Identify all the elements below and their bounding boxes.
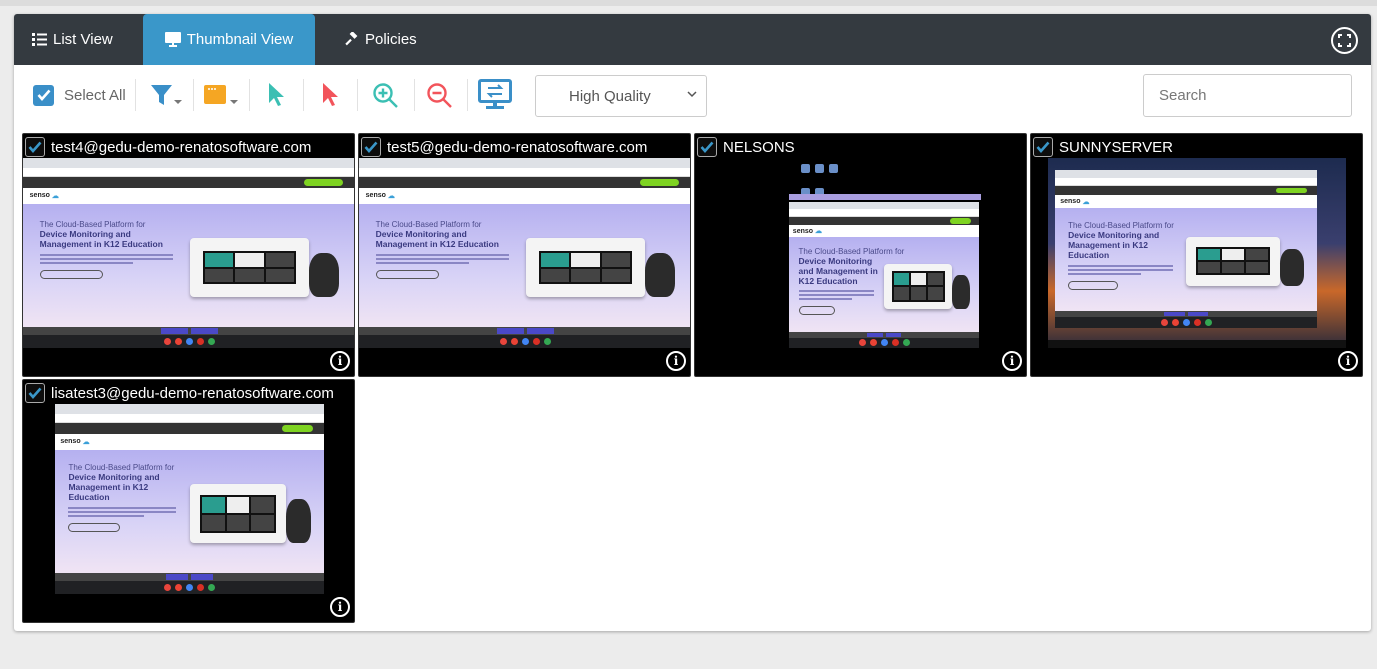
site-headline: The Cloud-Based Platform for <box>375 220 482 230</box>
top-border <box>0 0 1377 6</box>
site-brand: senso <box>792 227 814 235</box>
site-headline: The Cloud-Based Platform for <box>68 463 175 473</box>
gavel-icon <box>345 32 358 46</box>
cursor-red-icon <box>323 83 338 106</box>
zoom-in-icon <box>373 82 398 108</box>
site-subheadline: Device Monitoring and Management in K12 … <box>798 255 878 286</box>
site-headline: The Cloud-Based Platform for <box>1068 220 1174 230</box>
fullscreen-button[interactable] <box>1331 27 1358 54</box>
select-all-checkbox[interactable]: Select All <box>33 79 126 111</box>
site-brand: senso <box>1060 198 1081 206</box>
device-name: test4@gedu-demo-renatosoftware.com <box>51 138 312 156</box>
monitor-switch-icon <box>478 79 512 109</box>
zoom-out-icon <box>427 82 452 108</box>
device-name: NELSONS <box>723 138 795 156</box>
fullscreen-icon <box>1338 34 1351 47</box>
toolbar: Select All High Quality <box>14 65 1371 125</box>
site-headline: The Cloud-Based Platform for <box>798 246 905 256</box>
list-icon <box>32 33 47 46</box>
devices-panel: List View Thumbnail View Policies Select… <box>14 14 1371 631</box>
zoom-out-button[interactable] <box>426 79 453 111</box>
filter-icon <box>151 85 182 105</box>
stop-control-button[interactable] <box>320 79 340 111</box>
website-screenshot: senso ☁ The Cloud-Based Platform for Devi… <box>359 158 690 348</box>
search-input[interactable] <box>1143 74 1352 117</box>
chevron-down-icon <box>687 91 697 98</box>
website-screenshot: senso ☁ The Cloud-Based Platform for Devi… <box>23 158 354 348</box>
site-brand: senso <box>29 192 50 200</box>
device-thumbnail[interactable]: SUNNYSERVER senso ☁ The Cloud-Based Platf… <box>1030 133 1363 377</box>
device-checkbox[interactable] <box>25 137 45 157</box>
site-subheadline: Device Monitoring and Management in K12 … <box>68 472 160 503</box>
device-thumbnail[interactable]: test5@gedu-demo-renatosoftware.com senso… <box>358 133 691 377</box>
tab-label: Thumbnail View <box>186 31 294 48</box>
website-screenshot: senso ☁ The Cloud-Based Platform for Devi… <box>55 404 324 594</box>
filter-dropdown-button[interactable] <box>150 79 184 111</box>
cursor-teal-icon <box>269 83 284 106</box>
device-name: SUNNYSERVER <box>1059 138 1173 156</box>
tab-label: Policies <box>365 31 417 48</box>
device-checkbox[interactable] <box>361 137 381 157</box>
device-thumbnail[interactable]: test4@gedu-demo-renatosoftware.com senso… <box>22 133 355 377</box>
device-screen[interactable]: senso ☁ The Cloud-Based Platform for Devi… <box>1031 158 1362 348</box>
site-subheadline: Device Monitoring and Management in K12 … <box>1068 229 1160 261</box>
device-thumbnail[interactable]: NELSONS senso ☁ The Cloud-Based Platform … <box>694 133 1027 377</box>
device-screen[interactable]: senso ☁ The Cloud-Based Platform for Devi… <box>695 158 1026 348</box>
device-name: test5@gedu-demo-renatosoftware.com <box>387 138 648 156</box>
folder-icon <box>204 85 238 104</box>
monitor-icon <box>164 32 181 47</box>
site-subheadline: Device Monitoring and Management in K12 … <box>39 229 163 250</box>
website-screenshot: senso ☁ The Cloud-Based Platform for Devi… <box>789 202 979 348</box>
switch-screen-button[interactable] <box>478 79 512 111</box>
site-brand: senso <box>365 192 386 200</box>
device-header: NELSONS <box>697 136 795 158</box>
info-icon[interactable]: i <box>1002 351 1022 371</box>
device-thumbnail[interactable]: lisatest3@gedu-demo-renatosoftware.com s… <box>22 379 355 623</box>
site-brand: senso <box>60 438 81 446</box>
info-icon[interactable]: i <box>330 597 350 617</box>
info-icon[interactable]: i <box>330 351 350 371</box>
site-headline: The Cloud-Based Platform for <box>39 220 146 230</box>
device-checkbox[interactable] <box>697 137 717 157</box>
device-screen[interactable]: senso ☁ The Cloud-Based Platform for Devi… <box>23 158 354 348</box>
device-checkbox[interactable] <box>25 383 45 403</box>
select-all-label: Select All <box>64 86 126 104</box>
tab-policies[interactable]: Policies <box>326 14 435 65</box>
tab-label: List View <box>53 31 113 48</box>
tab-thumbnail-view[interactable]: Thumbnail View <box>143 14 315 65</box>
info-icon[interactable]: i <box>1338 351 1358 371</box>
device-header: lisatest3@gedu-demo-renatosoftware.com <box>25 382 334 404</box>
device-header: test4@gedu-demo-renatosoftware.com <box>25 136 311 158</box>
quality-value: High Quality <box>569 87 651 105</box>
device-header: test5@gedu-demo-renatosoftware.com <box>361 136 647 158</box>
view-tabs: List View Thumbnail View Policies <box>14 14 1371 65</box>
device-name: lisatest3@gedu-demo-renatosoftware.com <box>51 384 334 402</box>
site-subheadline: Device Monitoring and Management in K12 … <box>375 229 499 250</box>
quality-select[interactable]: High Quality <box>535 75 707 117</box>
remote-control-button[interactable] <box>266 79 286 111</box>
device-screen[interactable]: senso ☁ The Cloud-Based Platform for Devi… <box>359 158 690 348</box>
device-screen[interactable]: senso ☁ The Cloud-Based Platform for Devi… <box>23 404 354 594</box>
group-dropdown-button[interactable] <box>203 79 241 111</box>
checkbox-checked-icon <box>33 84 54 106</box>
info-icon[interactable]: i <box>666 351 686 371</box>
website-screenshot: senso ☁ The Cloud-Based Platform for Devi… <box>1055 170 1317 328</box>
device-checkbox[interactable] <box>1033 137 1053 157</box>
tab-list-view[interactable]: List View <box>14 14 131 65</box>
zoom-in-button[interactable] <box>372 79 399 111</box>
device-header: SUNNYSERVER <box>1033 136 1173 158</box>
